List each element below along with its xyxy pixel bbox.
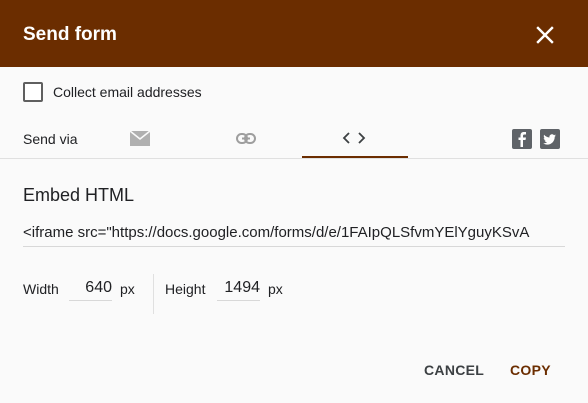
width-input[interactable]: 640 <box>69 276 112 301</box>
collect-email-label: Collect email addresses <box>53 84 202 100</box>
dialog-title: Send form <box>23 24 117 45</box>
code-icon <box>342 132 366 144</box>
height-input[interactable]: 1494 <box>217 276 260 301</box>
twitter-icon[interactable] <box>540 129 560 149</box>
collect-email-checkbox[interactable] <box>23 82 43 102</box>
width-unit: px <box>120 281 135 297</box>
tab-link[interactable] <box>226 118 266 158</box>
send-via-label: Send via <box>23 131 78 147</box>
cancel-button[interactable]: CANCEL <box>424 358 484 382</box>
embed-html-title: Embed HTML <box>23 185 135 205</box>
tab-email[interactable] <box>120 118 160 158</box>
copy-button[interactable]: COPY <box>510 358 551 382</box>
height-label: Height <box>165 281 206 297</box>
dimension-separator <box>153 274 154 314</box>
width-label: Width <box>23 281 59 297</box>
tabs-divider <box>0 158 588 159</box>
height-unit: px <box>268 281 283 297</box>
link-icon <box>236 133 256 144</box>
close-icon[interactable] <box>534 24 556 46</box>
facebook-icon[interactable] <box>512 129 532 149</box>
embed-code-field[interactable]: <iframe src="https://docs.google.com/for… <box>23 222 565 247</box>
dialog-header: Send form <box>0 0 588 67</box>
send-form-dialog: Send form Collect email addresses Send v… <box>0 0 588 403</box>
tab-embed[interactable] <box>302 118 408 158</box>
email-icon <box>129 130 151 146</box>
